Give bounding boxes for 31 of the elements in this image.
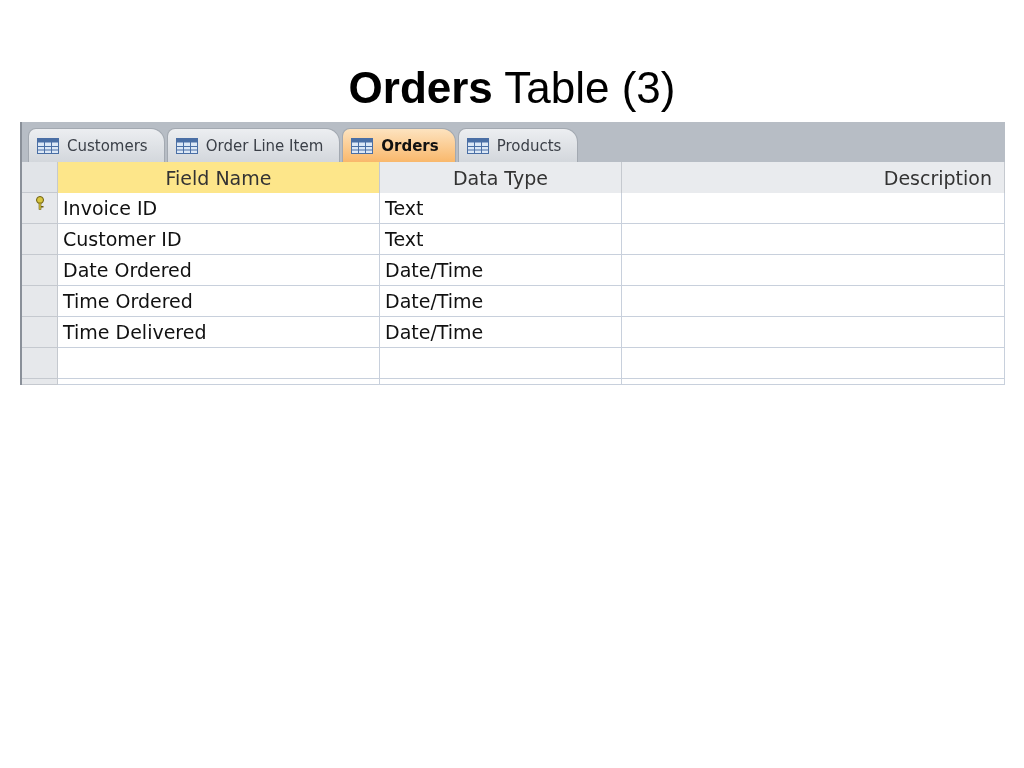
object-tab[interactable]: Orders [342,128,456,162]
row-selector[interactable] [22,379,58,385]
object-tab[interactable]: Products [457,128,579,162]
object-tab[interactable]: Order Line Item [166,128,341,162]
object-tab[interactable]: Customers [28,128,165,162]
column-header[interactable]: Data Type [380,162,622,193]
table-cell: Date/Time [380,286,622,317]
key-icon [34,196,45,210]
row-selector[interactable] [22,224,58,255]
table-icon [466,137,489,154]
table-cell: Time Ordered [58,286,380,317]
column-header[interactable]: Field Name [58,162,380,193]
header-corner [22,162,58,193]
slide-title: Orders Table (3) [347,62,677,114]
table-icon [351,137,374,154]
row-selector[interactable] [22,317,58,348]
table-icon [175,137,198,154]
row-selector[interactable] [22,348,58,379]
table-cell: Date/Time [380,317,622,348]
table-cell: Date Ordered [58,255,380,286]
row-selector[interactable] [22,255,58,286]
table-cell: Date/Time [380,255,622,286]
table-icon [37,137,59,154]
table-cell: Customer ID [58,224,380,255]
row-selector[interactable] [22,286,58,317]
table-cell: Text [380,193,622,224]
column-header[interactable]: Description [622,162,1005,193]
table-cell: Text [380,224,622,255]
row-selector[interactable] [22,193,58,224]
table-cell: Invoice ID [58,193,380,224]
table-cell: Time Delivered [58,317,380,348]
